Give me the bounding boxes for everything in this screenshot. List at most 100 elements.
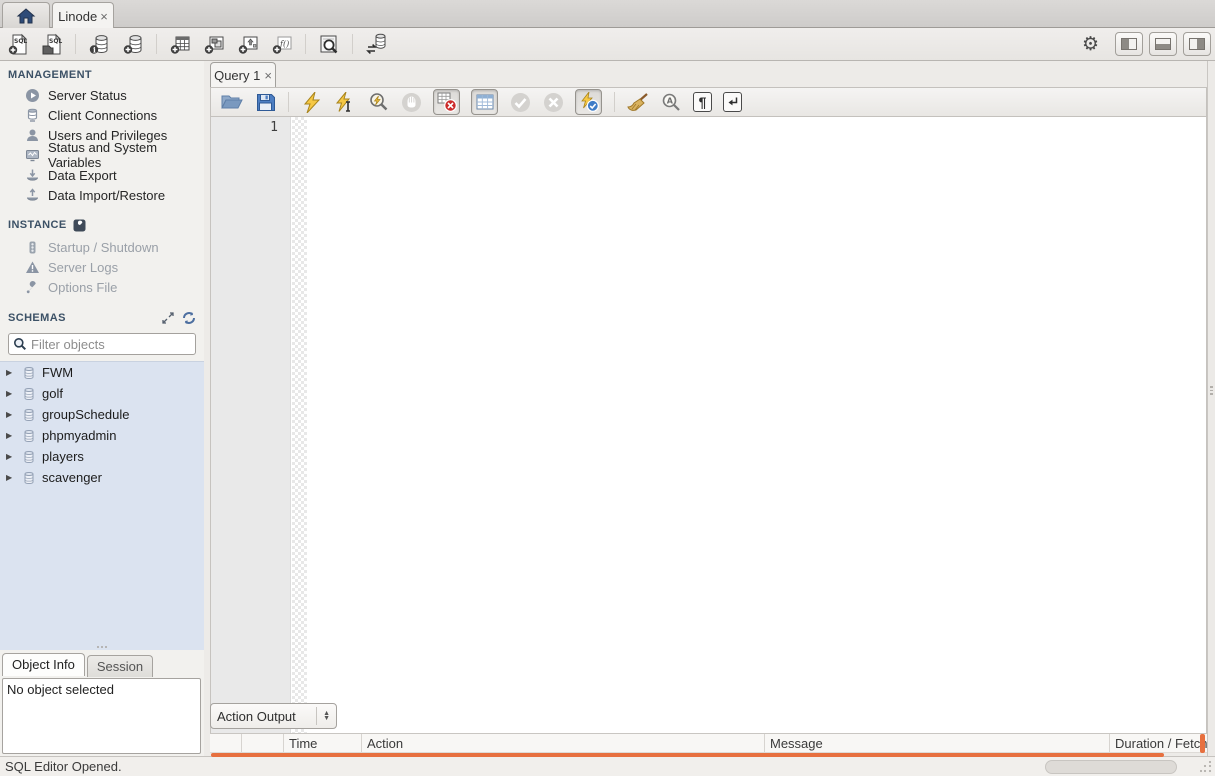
svg-text:i: i xyxy=(93,45,96,54)
schemas-title: SCHEMAS xyxy=(8,312,66,324)
line-number: 1 xyxy=(270,120,278,135)
schema-filter-input[interactable] xyxy=(31,336,207,352)
schema-row-golf[interactable]: ▶ golf xyxy=(0,383,204,404)
action-output-header-row: Time Action Message Duration / Fetch xyxy=(210,733,1207,753)
save-script-icon[interactable] xyxy=(254,91,276,113)
output-col-status xyxy=(210,734,242,752)
limit-rows-button[interactable] xyxy=(471,89,498,115)
schema-name: players xyxy=(42,449,84,464)
expand-schemas-icon[interactable] xyxy=(162,312,174,324)
resize-grip-icon[interactable] xyxy=(1200,761,1212,773)
svg-text:A: A xyxy=(666,96,673,105)
create-function-icon[interactable]: f() xyxy=(270,32,294,56)
find-panel-icon[interactable]: A xyxy=(660,91,682,113)
sidebar-item-label: Startup / Shutdown xyxy=(48,239,159,255)
tab-session[interactable]: Session xyxy=(86,655,154,677)
schema-row-scavenger[interactable]: ▶ scavenger xyxy=(0,467,204,488)
expander-icon[interactable]: ▶ xyxy=(6,452,16,461)
sidebar-item-label: Status and System Variables xyxy=(48,140,158,170)
new-sql-script-icon[interactable]: SQL xyxy=(6,32,30,56)
object-info-content: No object selected xyxy=(2,678,201,754)
sidebar-item-label: Data Import/Restore xyxy=(48,187,166,203)
execute-query-icon[interactable] xyxy=(301,91,323,113)
sidebar-bottom-splitter[interactable] xyxy=(0,643,204,650)
toggle-left-sidebar-button[interactable] xyxy=(1115,32,1143,56)
create-view-icon[interactable] xyxy=(202,32,226,56)
sidebar-item-server-logs[interactable]: Server Logs xyxy=(0,257,204,277)
execute-current-statement-icon[interactable] xyxy=(334,91,356,113)
show-invisibles-icon[interactable]: ¶ xyxy=(693,92,712,112)
refresh-schemas-icon[interactable] xyxy=(182,311,196,325)
object-info-message: No object selected xyxy=(7,682,114,697)
stop-query-icon[interactable] xyxy=(400,91,422,113)
sql-code-editor[interactable]: 1 xyxy=(210,117,1207,750)
tab-query-1[interactable]: Query 1 × xyxy=(210,62,276,87)
schema-row-fwm[interactable]: ▶ FWM xyxy=(0,362,204,383)
home-icon xyxy=(16,7,36,25)
create-procedure-icon[interactable] xyxy=(236,32,260,56)
tab-object-info[interactable]: Object Info xyxy=(2,653,85,676)
wrap-text-icon[interactable] xyxy=(723,92,742,112)
home-tab[interactable] xyxy=(2,2,50,28)
wrench-icon xyxy=(24,279,40,295)
wrench-badge-icon xyxy=(72,217,88,233)
toggle-right-sidebar-button[interactable] xyxy=(1183,32,1211,56)
pilcrow-glyph: ¶ xyxy=(698,94,707,110)
right-panel-splitter[interactable] xyxy=(1207,61,1215,756)
output-type-select[interactable]: Action Output ▲ ▼ xyxy=(210,703,337,729)
create-schema-icon[interactable] xyxy=(121,32,145,56)
schema-inspector-icon[interactable]: i xyxy=(87,32,111,56)
rollback-icon[interactable] xyxy=(542,91,564,113)
toggle-bottom-panel-button[interactable] xyxy=(1149,32,1177,56)
schema-row-players[interactable]: ▶ players xyxy=(0,446,204,467)
close-query-tab-icon[interactable]: × xyxy=(264,68,272,83)
expander-icon[interactable]: ▶ xyxy=(6,368,16,377)
open-script-icon[interactable] xyxy=(221,91,243,113)
expander-icon[interactable]: ▶ xyxy=(6,410,16,419)
close-tab-icon[interactable]: × xyxy=(100,9,108,24)
expander-icon[interactable]: ▶ xyxy=(6,389,16,398)
sidebar-item-label: Server Status xyxy=(48,87,127,103)
preferences-gear-icon[interactable]: ⚙ xyxy=(1082,34,1099,54)
sidebar-item-server-status[interactable]: Server Status xyxy=(0,85,204,105)
sidebar-item-startup-shutdown[interactable]: Startup / Shutdown xyxy=(0,237,204,257)
schema-name: groupSchedule xyxy=(42,407,130,422)
connection-tab-label: Linode xyxy=(58,8,98,24)
toolbar-separator xyxy=(156,34,157,54)
search-table-data-icon[interactable] xyxy=(317,32,341,56)
sql-editor-area: Query 1 × A ¶ 1 Action Output ▲ ▼ Time A… xyxy=(210,60,1207,757)
output-horizontal-scrollbar[interactable] xyxy=(211,753,1164,757)
editor-text-area[interactable] xyxy=(307,117,1206,749)
output-vertical-scrollbar[interactable] xyxy=(1200,734,1205,753)
sidebar-item-data-import[interactable]: Data Import/Restore xyxy=(0,185,204,205)
schema-name: FWM xyxy=(42,365,74,380)
sidebar-item-client-connections[interactable]: Client Connections xyxy=(0,105,204,125)
beautify-script-icon[interactable] xyxy=(627,91,649,113)
schema-row-groupschedule[interactable]: ▶ groupSchedule xyxy=(0,404,204,425)
connection-tab-linode[interactable]: Linode × xyxy=(52,2,114,29)
schema-row-phpmyadmin[interactable]: ▶ phpmyadmin xyxy=(0,425,204,446)
expander-icon[interactable]: ▶ xyxy=(6,431,16,440)
management-section-header: MANAGEMENT xyxy=(0,61,204,85)
toolbar-separator xyxy=(75,34,76,54)
toggle-stop-on-error-button[interactable] xyxy=(433,89,460,115)
sidebar-item-status-system-variables[interactable]: Status and System Variables xyxy=(0,140,204,170)
client-connections-icon xyxy=(24,107,40,123)
query-tab-row: Query 1 × xyxy=(210,60,1207,87)
output-col-time: Time xyxy=(284,734,362,752)
create-table-icon[interactable] xyxy=(168,32,192,56)
reconnect-dbms-icon[interactable] xyxy=(364,32,388,56)
status-text: SQL Editor Opened. xyxy=(5,759,122,774)
query-tab-label: Query 1 xyxy=(214,67,261,83)
commit-icon[interactable] xyxy=(509,91,531,113)
explain-query-icon[interactable] xyxy=(367,91,389,113)
toggle-autocommit-button[interactable] xyxy=(575,89,602,115)
expander-icon[interactable]: ▶ xyxy=(6,473,16,482)
toolbar-separator xyxy=(614,92,615,112)
splitter-handle-icon xyxy=(1210,386,1213,395)
open-sql-script-icon[interactable]: SQL xyxy=(40,32,64,56)
schema-name: scavenger xyxy=(42,470,102,485)
sidebar-item-options-file[interactable]: Options File xyxy=(0,277,204,297)
search-icon xyxy=(13,337,27,351)
server-status-icon xyxy=(24,87,40,103)
